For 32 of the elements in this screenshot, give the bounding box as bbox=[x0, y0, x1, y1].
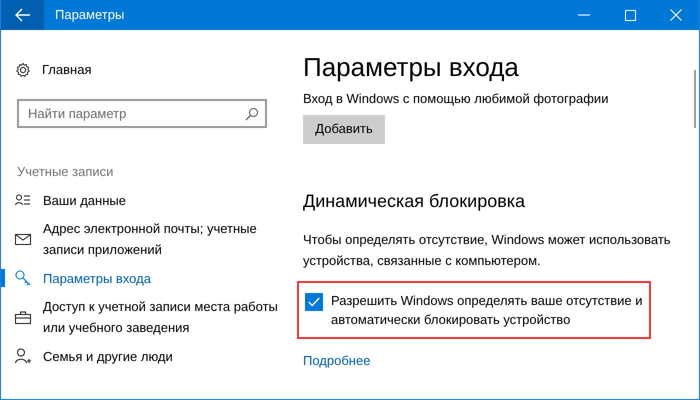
checkbox[interactable] bbox=[305, 292, 323, 310]
checkmark-icon bbox=[308, 296, 320, 306]
sidebar-item[interactable]: Ваши данные bbox=[1, 182, 285, 218]
envelope-icon bbox=[15, 233, 31, 245]
person-list-icon bbox=[15, 194, 31, 206]
settings-icon bbox=[15, 62, 31, 78]
sidebar-item[interactable]: Параметры входа bbox=[1, 260, 285, 296]
maximize-icon bbox=[624, 10, 636, 20]
key-icon bbox=[15, 270, 31, 286]
minimize-icon bbox=[578, 14, 590, 16]
briefcase-icon bbox=[15, 310, 31, 324]
search-field[interactable]: Найти параметр bbox=[17, 99, 267, 128]
description-text: Чтобы определять отсутствие, Windows может использовать устройства, связанные с компьютером. bbox=[303, 230, 672, 270]
checkbox-label: Разрешить Windows определять ваше отсутствие и автоматически блокировать устройство bbox=[331, 292, 643, 328]
home-link[interactable]: Главная bbox=[1, 57, 285, 83]
search-icon bbox=[245, 107, 259, 121]
back-arrow-icon bbox=[14, 8, 30, 22]
add-button[interactable]: Добавить bbox=[303, 114, 385, 144]
more-link[interactable]: Подробнее bbox=[303, 350, 370, 370]
scrollbar-thumb[interactable] bbox=[694, 70, 696, 128]
close-icon bbox=[670, 9, 682, 21]
sidebar-item[interactable]: Доступ к учетной записи места работы или учебного заведения bbox=[1, 296, 285, 338]
selection-indicator bbox=[1, 269, 5, 287]
person-add-icon bbox=[15, 348, 31, 364]
page-title: Параметры входа bbox=[303, 51, 520, 83]
section-heading: Динамическая блокировка bbox=[303, 190, 526, 213]
sidebar-item[interactable]: Адрес электронной почты; учетные записи приложений bbox=[1, 218, 285, 260]
section-text: Вход в Windows с помощью любимой фотографии bbox=[303, 90, 610, 108]
section-heading: Учетные записи bbox=[16, 163, 114, 181]
sidebar-item[interactable]: Семья и другие люди bbox=[1, 338, 285, 374]
window-title: Параметры bbox=[55, 6, 126, 24]
back-button[interactable] bbox=[1, 0, 44, 30]
